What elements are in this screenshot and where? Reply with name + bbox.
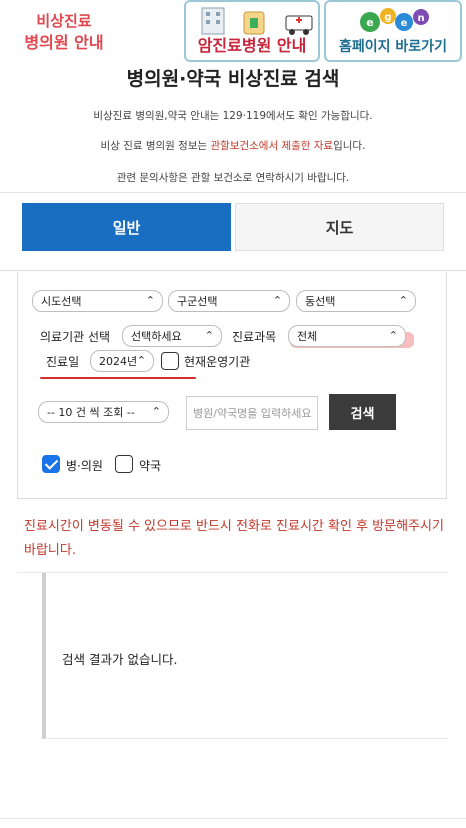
notice-source-prefix: 비상 진료 병의원 정보는 [100, 140, 211, 152]
pharmacy-type-label: 약국 [139, 459, 162, 473]
chevron-updown-icon: ⌃ [145, 294, 155, 307]
cancer-hospital-label: 암진료병원 안내 [197, 36, 307, 55]
page-size-select[interactable]: -- 10 건 씩 조회 -- ⌃ [38, 401, 169, 423]
tab-general[interactable]: 일반 [22, 203, 231, 251]
chevron-updown-icon: ⌃ [398, 294, 408, 307]
egen-logo-icon: e g e n [360, 8, 429, 32]
notice-contact: 관련 문의사항은 관할 보건소로 연락하시기 바랍니다. [116, 172, 350, 184]
operating-now-checkbox[interactable] [161, 352, 179, 370]
sido-select[interactable]: 시도선택 ⌃ [32, 290, 163, 312]
search-button[interactable]: 검색 [329, 394, 396, 430]
hospital-type-label: 병·의원 [66, 459, 103, 473]
tab-map[interactable]: 지도 [235, 203, 444, 251]
search-input-placeholder: 병원/약국명을 입력하세요 [193, 407, 312, 420]
chevron-updown-icon: ⌃ [151, 405, 161, 418]
dong-select[interactable]: 동선택 ⌃ [296, 290, 416, 312]
homepage-link-label: 홈페이지 바로가기 [339, 39, 447, 55]
svg-text:n: n [417, 13, 424, 24]
banner-emergency-title: 비상진료 병의원 안내 [14, 10, 114, 54]
notice-source-suffix: 입니다. [333, 140, 366, 152]
banner-title-line1: 비상진료 [36, 12, 92, 30]
institution-select-value: 선택하세요 [131, 330, 182, 343]
department-select[interactable]: 전체 ⌃ [288, 325, 406, 347]
gugun-select-value: 구군선택 [177, 295, 218, 308]
page-title: 병의원·약국 비상진료 검색 [126, 68, 340, 90]
department-label: 진료과목 [232, 330, 277, 344]
highlight-underline [40, 377, 196, 379]
notice-phone: 비상진료 병의원,약국 안내는 129·119에서도 확인 가능합니다. [93, 110, 373, 122]
hospital-type-checkbox[interactable] [42, 455, 60, 473]
svg-text:e: e [401, 18, 408, 29]
svg-text:g: g [384, 12, 391, 23]
chevron-updown-icon: ⌃ [136, 354, 146, 367]
gugun-select[interactable]: 구군선택 ⌃ [168, 290, 290, 312]
dong-select-value: 동선택 [305, 295, 336, 308]
institution-label: 의료기관 선택 [40, 330, 111, 344]
chevron-updown-icon: ⌃ [204, 329, 214, 342]
pharmacy-type-checkbox[interactable] [115, 455, 133, 473]
date-label: 진료일 [46, 355, 80, 369]
notice-source-highlight: 관할보건소에서 제출한 자료 [210, 140, 334, 152]
top-banner: 비상진료 병의원 안내 암진료병원 안내 e g e n 홈페이지 바로가기 [0, 0, 466, 62]
search-input[interactable]: 병원/약국명을 입력하세요 [186, 396, 318, 430]
divider [0, 192, 466, 193]
banner-title-line2: 병의원 안내 [24, 33, 104, 52]
sido-select-value: 시도선택 [41, 295, 82, 308]
chevron-updown-icon: ⌃ [388, 329, 398, 342]
empty-results-message: 검색 결과가 없습니다. [62, 652, 178, 667]
date-select[interactable]: 2024년 ⌃ [90, 350, 154, 372]
chevron-updown-icon: ⌃ [272, 294, 282, 307]
divider [0, 270, 466, 271]
warning-message: 진료시간이 변동될 수 있으므로 반드시 전화로 진료시간 확인 후 방문해주시… [24, 519, 444, 558]
results-list: 검색 결과가 없습니다. [42, 573, 448, 739]
operating-now-label: 현재운영기관 [184, 355, 251, 369]
svg-text:e: e [366, 16, 373, 29]
department-select-value: 전체 [297, 330, 318, 343]
notice-source: 비상 진료 병의원 정보는 관할보건소에서 제출한 자료입니다. [0, 138, 466, 153]
date-select-value: 2024년 [99, 355, 138, 368]
homepage-link-card[interactable]: e g e n 홈페이지 바로가기 [324, 0, 462, 62]
divider [0, 818, 466, 819]
institution-select[interactable]: 선택하세요 ⌃ [122, 325, 222, 347]
page-size-value: -- 10 건 씩 조회 -- [47, 406, 135, 419]
cancer-hospital-card[interactable]: 암진료병원 안내 [184, 0, 320, 62]
